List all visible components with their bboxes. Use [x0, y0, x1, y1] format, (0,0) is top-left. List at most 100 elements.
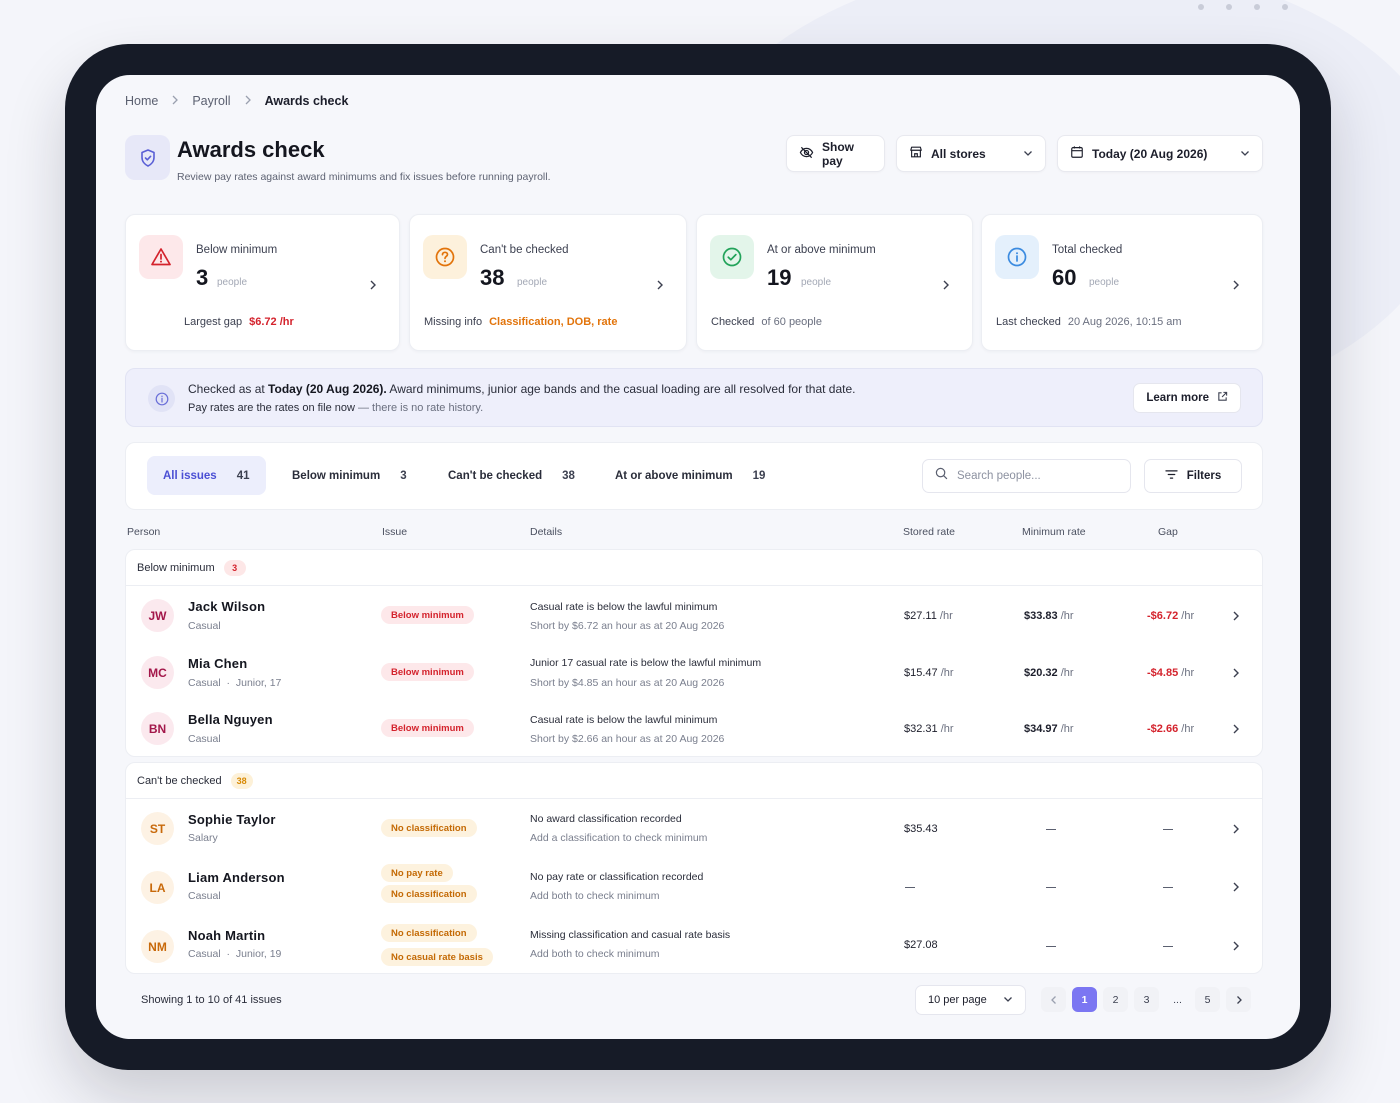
column-header-minimum-rate[interactable]: Minimum rate: [1022, 526, 1086, 538]
detail-primary: Casual rate is below the lawful minimum: [530, 601, 718, 613]
tab-cant-be-checked[interactable]: Can't be checked 38: [432, 456, 591, 495]
page-button-3[interactable]: 3: [1134, 987, 1159, 1012]
person-meta: Casual · Junior, 17: [188, 677, 282, 689]
page-button-2[interactable]: 2: [1103, 987, 1128, 1012]
per-page-select[interactable]: 10 per page: [915, 985, 1026, 1015]
banner-line2-a: Pay rates are the rates on file now: [188, 402, 355, 414]
group-header: Below minimum 3: [126, 550, 1262, 586]
stat-label: Below minimum: [196, 244, 278, 256]
stat-unit: people: [517, 277, 548, 288]
filters-button[interactable]: Filters: [1144, 459, 1242, 493]
stored-rate: $35.43: [904, 823, 938, 835]
pagination-summary: Showing 1 to 10 of 41 issues: [141, 994, 282, 1006]
avatar: BN: [141, 712, 174, 745]
rate-unit: /hr: [1181, 610, 1195, 622]
rate-unit: /hr: [1181, 667, 1195, 679]
minimum-rate-value: $20.32: [1024, 667, 1058, 679]
page-button-1[interactable]: 1: [1072, 987, 1097, 1012]
external-link-icon: [1217, 391, 1228, 405]
issue-badge: No classification: [381, 819, 477, 837]
stores-select[interactable]: All stores: [896, 135, 1046, 172]
gap-amount: -$2.66 /hr: [1147, 723, 1194, 735]
stat-card-at-or-above[interactable]: At or above minimum 19 people Checked of…: [696, 214, 973, 351]
stat-footer-label: Missing info: [424, 316, 483, 328]
chevron-down-icon: [1023, 147, 1033, 161]
chevron-right-icon: [656, 278, 664, 296]
page-ellipsis: ...: [1173, 993, 1182, 1006]
column-header-stored-rate[interactable]: Stored rate: [903, 526, 955, 538]
person-name: Mia Chen: [188, 656, 248, 671]
issue-badge: Below minimum: [381, 663, 474, 681]
stat-card-cant-be-checked[interactable]: Can't be checked 38 people Missing info …: [409, 214, 687, 351]
minimum-rate-value: $34.97: [1024, 723, 1058, 735]
issue-badge: No pay rate: [381, 864, 453, 882]
empty-gap: [1163, 829, 1173, 831]
stat-footer: Last checked 20 Aug 2026, 10:15 am: [996, 316, 1182, 328]
column-header-person[interactable]: Person: [127, 526, 160, 538]
stat-footer-label: Checked: [711, 316, 755, 328]
tab-label: All issues: [163, 469, 217, 482]
banner-line-1: Checked as at Today (20 Aug 2026). Award…: [188, 382, 855, 396]
check-circle-icon: [710, 235, 754, 279]
tab-count: 3: [400, 469, 407, 482]
background-dots: [1198, 4, 1288, 10]
table-row[interactable]: NM Noah Martin Casual · Junior, 19 No cl…: [126, 915, 1262, 972]
page-button-5[interactable]: 5: [1195, 987, 1220, 1012]
column-header-details[interactable]: Details: [530, 526, 562, 538]
banner-line-2: Pay rates are the rates on file now — th…: [188, 402, 483, 414]
empty-stored-rate: [905, 887, 915, 889]
stat-footer: Largest gap $6.72 /hr: [184, 316, 294, 328]
table-row[interactable]: BN Bella Nguyen Casual Below minimum Cas…: [126, 700, 1262, 757]
per-page-label: 10 per page: [928, 994, 987, 1006]
stat-card-total-checked[interactable]: Total checked 60 people Last checked 20 …: [981, 214, 1263, 351]
learn-more-button[interactable]: Learn more: [1133, 383, 1241, 413]
table-row[interactable]: JW Jack Wilson Casual Below minimum Casu…: [126, 587, 1262, 644]
next-page-button[interactable]: [1226, 987, 1251, 1012]
group-count: 3: [223, 559, 246, 576]
avatar: JW: [141, 599, 174, 632]
table-row[interactable]: ST Sophie Taylor Salary No classificatio…: [126, 800, 1262, 857]
group-cant-be-checked: Can't be checked 38 ST Sophie Taylor Sal…: [125, 762, 1263, 974]
minimum-rate: $33.83 /hr: [1024, 610, 1074, 622]
gap-value: -$2.66: [1147, 723, 1179, 735]
breadcrumb-payroll[interactable]: Payroll: [192, 94, 230, 108]
chevron-right-icon: [1232, 822, 1240, 840]
tab-below-minimum[interactable]: Below minimum 3: [276, 456, 423, 495]
tab-label: Can't be checked: [448, 469, 543, 482]
group-title: Below minimum: [137, 561, 215, 574]
issue-badge: No classification: [381, 924, 477, 942]
column-header-issue[interactable]: Issue: [382, 526, 407, 538]
stat-value: 60: [1052, 265, 1077, 290]
tab-at-or-above-minimum[interactable]: At or above minimum 19: [599, 456, 781, 495]
stat-unit: people: [217, 277, 248, 288]
tab-count: 41: [236, 469, 250, 482]
stat-card-below-minimum[interactable]: Below minimum 3 people Largest gap $6.72…: [125, 214, 400, 351]
date-select[interactable]: Today (20 Aug 2026): [1057, 135, 1263, 172]
tab-count: 19: [752, 469, 766, 482]
detail-primary: No pay rate or classification recorded: [530, 871, 704, 883]
person-meta: Casual · Junior, 19: [188, 948, 282, 960]
stores-label: All stores: [931, 146, 986, 161]
issue-badge: Below minimum: [381, 606, 474, 624]
prev-page-button[interactable]: [1041, 987, 1066, 1012]
rate-unit: /hr: [940, 723, 954, 735]
minimum-rate-value: $33.83: [1024, 610, 1058, 622]
column-header-gap[interactable]: Gap: [1158, 526, 1178, 538]
rate-unit: /hr: [939, 610, 953, 622]
group-header: Can't be checked 38: [126, 763, 1262, 799]
banner-pre: Checked as at: [188, 382, 269, 396]
detail-secondary: Short by $4.85 an hour as at 20 Aug 2026: [530, 677, 725, 689]
search-input[interactable]: [957, 470, 1107, 482]
info-circle-icon: [995, 235, 1039, 279]
issue-badge: Below minimum: [381, 719, 474, 737]
table-row[interactable]: MC Mia Chen Casual · Junior, 17 Below mi…: [126, 644, 1262, 701]
show-pay-button[interactable]: Show pay: [786, 135, 885, 172]
stat-unit: people: [801, 277, 832, 288]
stat-footer-value: of 60 people: [761, 316, 822, 328]
tab-all-issues[interactable]: All issues 41: [147, 456, 266, 495]
info-icon: [148, 385, 175, 412]
breadcrumb-home[interactable]: Home: [125, 94, 158, 108]
person-meta: Casual: [188, 733, 221, 745]
table-row[interactable]: LA Liam Anderson Casual No pay rate No c…: [126, 857, 1262, 914]
store-icon: [909, 145, 923, 162]
